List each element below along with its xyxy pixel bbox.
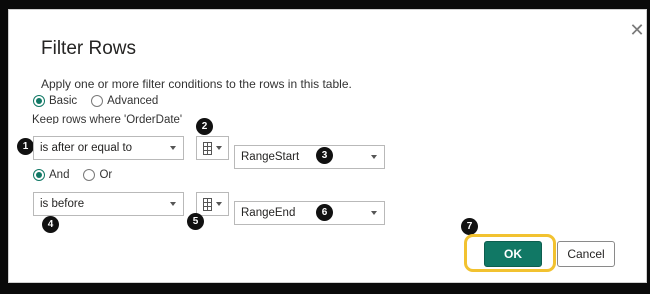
and-radio-label: And bbox=[49, 169, 70, 181]
table-icon bbox=[203, 142, 212, 155]
table-icon bbox=[203, 198, 212, 211]
dialog-description: Apply one or more filter conditions to t… bbox=[41, 77, 352, 91]
chevron-down-icon bbox=[170, 202, 176, 206]
value-dropdown-2-value: RangeEnd bbox=[241, 207, 296, 219]
callout-badge-7: 7 bbox=[461, 218, 478, 235]
or-radio[interactable] bbox=[83, 169, 96, 181]
operator-dropdown-1[interactable]: is after or equal to bbox=[33, 136, 184, 160]
basic-radio[interactable] bbox=[33, 95, 45, 107]
callout-badge-3: 3 bbox=[316, 147, 333, 164]
operator-dropdown-2-value: is before bbox=[40, 198, 85, 210]
chevron-down-icon bbox=[371, 155, 377, 159]
keep-rows-label: Keep rows where 'OrderDate' bbox=[32, 114, 183, 124]
and-radio[interactable] bbox=[33, 169, 45, 181]
cancel-button[interactable]: Cancel bbox=[557, 241, 615, 267]
or-radio-label: Or bbox=[99, 169, 113, 181]
basic-radio-label: Basic bbox=[49, 95, 78, 107]
callout-badge-6: 6 bbox=[316, 204, 333, 221]
chevron-down-icon bbox=[216, 146, 222, 150]
operator-dropdown-1-value: is after or equal to bbox=[40, 142, 133, 154]
chevron-down-icon bbox=[371, 211, 377, 215]
value-type-button-2[interactable] bbox=[196, 192, 229, 216]
value-type-button-1[interactable] bbox=[196, 136, 229, 160]
mode-radio-group: Basic Advanced bbox=[33, 95, 172, 107]
chevron-down-icon bbox=[216, 202, 222, 206]
dialog-title: Filter Rows bbox=[41, 38, 137, 59]
logic-radio-group: And Or bbox=[33, 169, 126, 181]
value-dropdown-1-value: RangeStart bbox=[241, 151, 300, 163]
callout-badge-5: 5 bbox=[187, 213, 204, 230]
value-dropdown-2[interactable]: RangeEnd bbox=[234, 201, 385, 225]
callout-badge-1: 1 bbox=[17, 138, 34, 155]
close-icon[interactable]: ✕ bbox=[629, 21, 645, 39]
ok-button[interactable]: OK bbox=[484, 241, 542, 267]
value-dropdown-1[interactable]: RangeStart bbox=[234, 145, 385, 169]
advanced-radio-label: Advanced bbox=[107, 95, 159, 107]
callout-badge-4: 4 bbox=[42, 216, 59, 233]
chevron-down-icon bbox=[170, 146, 176, 150]
callout-badge-2: 2 bbox=[196, 118, 213, 135]
operator-dropdown-2[interactable]: is before bbox=[33, 192, 184, 216]
advanced-radio[interactable] bbox=[91, 95, 104, 107]
